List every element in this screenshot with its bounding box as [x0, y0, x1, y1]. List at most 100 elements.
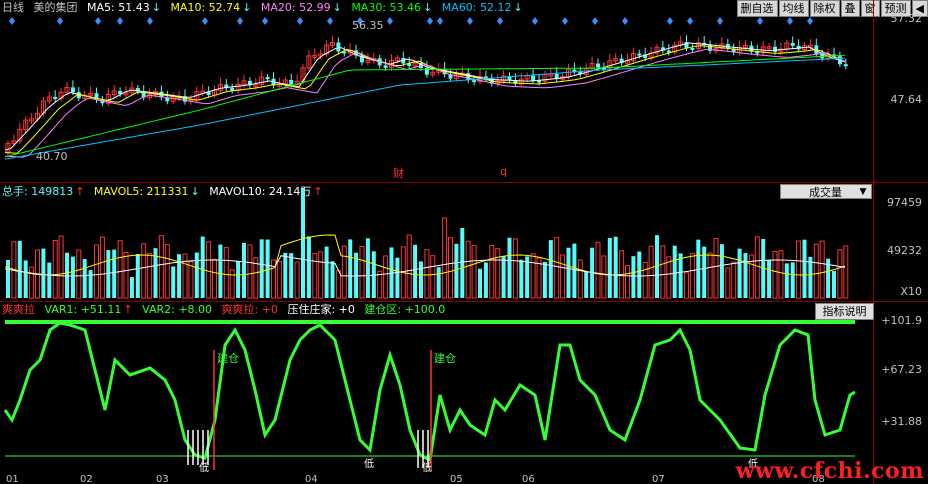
- volume-bar: [719, 244, 724, 298]
- signal-diamond-icon: [622, 17, 628, 25]
- volume-bar: [577, 259, 583, 299]
- volume-bar: [601, 255, 607, 299]
- ma20-line: [4, 48, 846, 158]
- signal-diamond-icon: [237, 17, 243, 25]
- finance-marker: 财: [393, 167, 404, 180]
- candle-body: [790, 42, 795, 46]
- q-marker: q: [500, 165, 507, 178]
- volume-bar: [182, 253, 188, 299]
- volume-bar: [306, 236, 311, 298]
- volume-bar: [17, 240, 22, 298]
- volume-bar: [483, 262, 488, 298]
- volume-bar: [631, 256, 636, 298]
- volume-bar: [283, 252, 288, 298]
- volume-bar: [684, 272, 689, 299]
- volume-bar: [395, 257, 400, 298]
- signal-diamond-icon: [592, 17, 598, 25]
- signal-diamond-icon: [57, 17, 63, 25]
- signal-diamond-icon: [532, 17, 538, 25]
- volume-bar: [731, 261, 737, 299]
- jiancang-label-2: 建仓: [434, 352, 456, 365]
- signal-diamond-icon: [437, 17, 443, 25]
- volume-bar: [123, 251, 129, 299]
- di-label-2: 低: [364, 459, 374, 470]
- volume-bar: [796, 240, 802, 299]
- volume-bar: [530, 253, 536, 299]
- volume-bar: [430, 255, 436, 299]
- volume-bar: [507, 237, 512, 298]
- volume-bar: [99, 236, 105, 299]
- volume-bar: [454, 243, 459, 298]
- volume-bar: [276, 261, 282, 299]
- candle-body: [843, 64, 848, 67]
- volume-bar: [478, 268, 482, 298]
- volume-bar: [294, 261, 300, 299]
- signal-diamond-icon: [427, 17, 433, 25]
- signal-diamond-icon: [467, 17, 473, 25]
- volume-bar: [223, 247, 229, 299]
- volume-bar: [584, 271, 589, 298]
- volume-bar: [436, 267, 441, 298]
- volume-bar: [6, 260, 10, 298]
- volume-bar: [406, 234, 412, 299]
- volume-bar: [554, 237, 560, 299]
- volume-bar: [702, 246, 707, 298]
- volume-bar: [200, 236, 205, 298]
- volume-bar: [348, 239, 353, 298]
- candle-body: [289, 79, 294, 85]
- month-label-07: 07: [652, 474, 665, 484]
- signal-diamond-icon: [297, 17, 303, 25]
- volume-bar: [808, 256, 813, 298]
- var1-line: [3, 321, 856, 463]
- volume-bar: [52, 239, 58, 299]
- volume-bar: [725, 267, 731, 299]
- candle-body: [531, 75, 536, 81]
- month-label-03: 03: [156, 474, 169, 484]
- volume-bar: [784, 263, 789, 298]
- signal-diamond-icon: [9, 17, 15, 25]
- signal-diamond-icon: [757, 17, 763, 25]
- volume-bar: [383, 255, 389, 299]
- volume-bar: [141, 243, 147, 299]
- volume-bar: [566, 247, 571, 298]
- signal-diamond-icon: [807, 17, 813, 25]
- volume-bar: [171, 266, 176, 298]
- volume-bar: [76, 249, 82, 299]
- volume-bar: [560, 254, 566, 299]
- volume-bar: [158, 235, 164, 299]
- volume-bar: [607, 238, 612, 298]
- volume-bar: [448, 237, 453, 299]
- candle-body: [383, 65, 388, 68]
- jiancang-label-1: 建仓: [217, 352, 239, 365]
- volume-bar: [23, 260, 28, 298]
- signal-diamond-icon: [562, 17, 568, 25]
- candle-body: [336, 42, 341, 52]
- volume-bar: [707, 252, 713, 299]
- volume-bar: [312, 253, 318, 299]
- watermark: www.cfchi.com: [735, 458, 924, 484]
- ma5-line: [4, 42, 846, 151]
- volume-bar: [112, 249, 117, 298]
- volume-bar: [802, 239, 807, 298]
- volume-bar: [318, 251, 324, 299]
- volume-bar: [424, 249, 430, 299]
- volume-bar: [271, 259, 276, 299]
- candle-body: [773, 46, 777, 52]
- volume-bar: [242, 242, 246, 298]
- volume-bar: [247, 244, 253, 299]
- volume-bar: [642, 262, 648, 299]
- volume-bar: [58, 235, 64, 299]
- volume-bar: [129, 277, 134, 298]
- volume-bar: [754, 236, 760, 299]
- candle-body: [265, 77, 270, 80]
- volume-bar: [212, 258, 217, 299]
- volume-bar: [47, 262, 52, 298]
- volume-bar: [324, 246, 329, 298]
- volume-bar: [572, 243, 577, 298]
- volume-bar: [359, 245, 365, 299]
- month-label-01: 01: [6, 474, 19, 484]
- volume-bar: [460, 228, 465, 298]
- signal-diamond-icon: [262, 17, 268, 25]
- volume-bar: [94, 244, 99, 299]
- volume-bar: [501, 256, 506, 298]
